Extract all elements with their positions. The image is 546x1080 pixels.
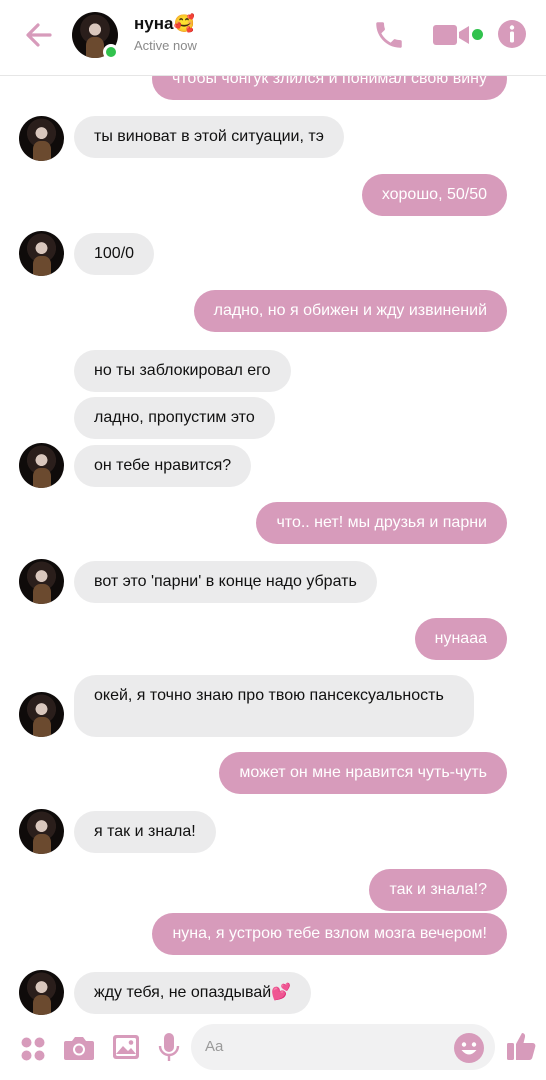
video-online-dot [472, 29, 483, 40]
like-thumbs-up-icon[interactable] [505, 1030, 537, 1062]
message-incoming[interactable]: вот это 'парни' в конце надо убрать [74, 561, 377, 603]
back-arrow-icon[interactable] [22, 18, 56, 52]
message-incoming[interactable]: ладно, пропустим это [74, 397, 275, 439]
message-outgoing[interactable]: хорошо, 50/50 [361, 174, 507, 216]
message-incoming[interactable]: жду тебя, не опаздывай💕 [74, 972, 312, 1014]
message-outgoing[interactable]: так и знала!? [369, 869, 507, 911]
contact-name[interactable]: нуна🥰 [134, 14, 195, 34]
emoji-icon[interactable] [453, 1032, 485, 1064]
message-input-placeholder: Aa [205, 1038, 224, 1055]
message-outgoing[interactable]: что.. нет! мы друзья и парни [256, 502, 507, 544]
sender-avatar [19, 443, 64, 488]
message-incoming[interactable]: ты виноват в этой ситуации, тэ [74, 116, 344, 158]
info-icon[interactable] [497, 19, 527, 49]
contact-status: Active now [134, 38, 197, 53]
sender-avatar [19, 692, 64, 737]
video-call-icon[interactable] [432, 22, 472, 48]
camera-icon[interactable] [63, 1034, 95, 1062]
message-incoming[interactable]: я так и знала! [74, 811, 216, 853]
message-input[interactable]: Aa [191, 1024, 495, 1070]
sender-avatar [19, 116, 64, 161]
microphone-icon[interactable] [158, 1032, 180, 1064]
sender-avatar [19, 970, 64, 1015]
phone-call-icon[interactable] [372, 18, 406, 52]
gallery-icon[interactable] [112, 1033, 140, 1061]
message-outgoing[interactable]: нуна, я устрою тебе взлом мозга вечером! [152, 913, 507, 955]
message-list[interactable]: чтобы чонгук злился и понимал свою вину … [0, 76, 546, 1020]
message-composer: Aa [0, 1020, 546, 1080]
chat-header: нуна🥰 Active now [0, 0, 546, 76]
sender-avatar [19, 809, 64, 854]
message-outgoing[interactable]: ладно, но я обижен и жду извинений [193, 290, 507, 332]
message-incoming[interactable]: он тебе нравится? [74, 445, 252, 487]
online-indicator [103, 44, 119, 60]
message-incoming[interactable]: окей, я точно знаю про твою пансексуальн… [74, 675, 474, 737]
apps-menu-icon[interactable] [20, 1036, 46, 1062]
message-outgoing[interactable]: нунааа [414, 618, 507, 660]
message-outgoing[interactable]: чтобы чонгук злился и понимал свою вину [151, 76, 507, 100]
message-outgoing[interactable]: может он мне нравится чуть-чуть [219, 752, 507, 794]
message-incoming[interactable]: 100/0 [74, 233, 155, 275]
message-incoming[interactable]: но ты заблокировал его [74, 350, 291, 392]
sender-avatar [19, 231, 64, 276]
sender-avatar [19, 559, 64, 604]
